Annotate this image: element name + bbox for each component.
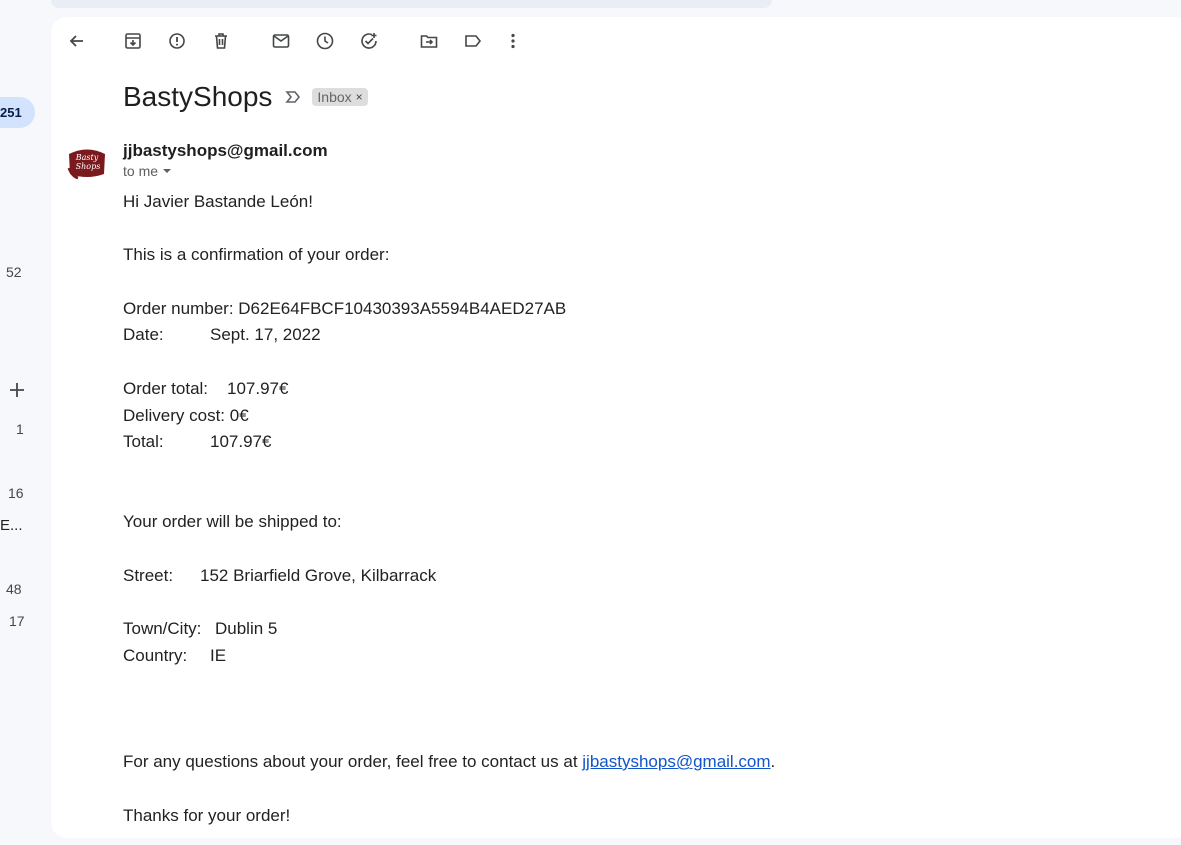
contact-suffix: . — [770, 752, 776, 771]
avatar[interactable]: Basty Shops — [66, 142, 108, 184]
snooze-button[interactable] — [313, 29, 337, 53]
svg-text:Shops: Shops — [76, 162, 101, 171]
move-to-icon — [420, 35, 438, 48]
delivery-cost: Delivery cost: 0€ — [123, 406, 249, 425]
town-label: Town/City: — [123, 619, 202, 638]
inbox-count-badge[interactable]: 251 — [0, 97, 35, 128]
svg-text:Basty: Basty — [75, 153, 99, 162]
email-toolbar — [51, 17, 1181, 65]
inbox-label-chip: Inbox × — [312, 88, 368, 106]
confirmation-text: This is a confirmation of your order: — [123, 245, 390, 264]
add-label-icon[interactable] — [7, 380, 27, 400]
labels-button[interactable] — [461, 29, 485, 53]
sidebar-count[interactable]: 17 — [9, 613, 25, 629]
contact-prefix: For any questions about your order, feel… — [123, 752, 583, 771]
archive-icon — [125, 33, 141, 49]
order-total-value: 107.97€ — [227, 379, 289, 398]
country-value: IE — [210, 646, 227, 665]
snooze-icon — [316, 32, 334, 50]
order-date-label: Date: — [123, 325, 164, 344]
order-number: Order number: D62E64FBCF10430393A5594B4A… — [123, 299, 567, 318]
mark-unread-button[interactable] — [269, 29, 293, 53]
importance-marker-icon[interactable] — [284, 88, 302, 106]
total-value: 107.97€ — [210, 432, 272, 451]
order-date-value: Sept. 17, 2022 — [210, 325, 321, 344]
bastyshops-logo: Basty Shops — [67, 149, 105, 180]
move-to-button[interactable] — [417, 29, 441, 53]
sender-email[interactable]: jjbastyshops@gmail.com — [123, 141, 328, 161]
order-total-label: Order total: — [123, 379, 209, 398]
sidebar-count[interactable]: 16 — [8, 485, 24, 501]
back-arrow-icon — [69, 35, 83, 47]
delete-button[interactable] — [209, 29, 233, 53]
sidebar-count[interactable]: 48 — [6, 581, 22, 597]
recipient-label: to me — [123, 163, 159, 179]
thanks-text: Thanks for your order! — [123, 806, 291, 825]
back-button[interactable] — [65, 29, 89, 53]
label-name: Inbox — [317, 89, 352, 105]
town-value: Dublin 5 — [215, 619, 278, 638]
chevron-down-icon — [163, 169, 172, 173]
remove-label-button[interactable]: × — [356, 90, 363, 104]
report-spam-icon — [169, 33, 185, 49]
more-options-button[interactable] — [501, 29, 525, 53]
subject-row: BastyShops Inbox × — [123, 81, 368, 113]
delete-icon — [215, 33, 227, 49]
search-bar-edge — [51, 0, 772, 8]
greeting: Hi Javier Bastande León! — [123, 192, 313, 211]
contact-email-link[interactable]: jjbastyshops@gmail.com — [582, 752, 770, 771]
report-spam-button[interactable] — [165, 29, 189, 53]
total-label: Total: — [123, 432, 164, 451]
mark-unread-icon — [272, 34, 290, 48]
add-to-tasks-button[interactable] — [357, 29, 381, 53]
inbox-count: 251 — [0, 105, 22, 120]
sidebar-label-truncated[interactable]: E... — [0, 517, 23, 534]
recipient-details-toggle[interactable]: to me — [123, 163, 172, 179]
left-sidebar: 251 52 1 16 E... 48 17 — [0, 0, 50, 845]
contact-paragraph: For any questions about your order, feel… — [123, 752, 775, 772]
labels-icon — [465, 35, 482, 47]
more-vert-icon — [511, 33, 515, 49]
email-view-panel: BastyShops Inbox × Basty Shops jjbastysh… — [51, 17, 1181, 838]
sidebar-count[interactable]: 52 — [6, 264, 22, 280]
add-task-icon — [361, 33, 377, 49]
email-subject: BastyShops — [123, 81, 273, 112]
street-value: 152 Briarfield Grove, Kilbarrack — [200, 566, 437, 585]
shipping-intro: Your order will be shipped to: — [123, 512, 342, 531]
archive-button[interactable] — [121, 29, 145, 53]
country-label: Country: — [123, 646, 188, 665]
street-label: Street: — [123, 566, 174, 585]
sidebar-count[interactable]: 1 — [16, 421, 24, 437]
